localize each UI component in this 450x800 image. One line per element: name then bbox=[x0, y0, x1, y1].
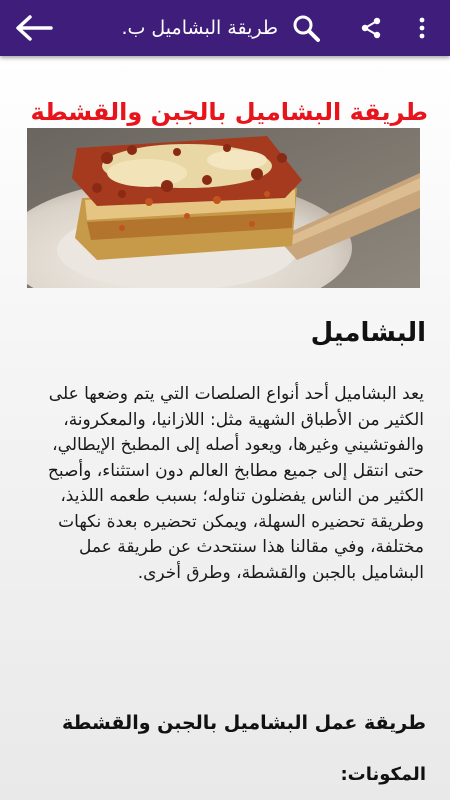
share-button[interactable] bbox=[351, 8, 391, 48]
more-vert-icon bbox=[419, 17, 425, 39]
share-icon bbox=[361, 17, 381, 39]
app-bar: طريقة البشاميل ب. bbox=[0, 0, 450, 56]
intro-paragraph: يعد البشاميل أحد أنواع الصلصات التي يتم … bbox=[47, 384, 424, 583]
more-options-button[interactable] bbox=[404, 8, 440, 48]
article-content[interactable]: طريقة البشاميل بالجبن والقشطة البشاميل ي… bbox=[0, 56, 450, 800]
ingredients-label: المكونات: bbox=[340, 764, 426, 785]
search-icon bbox=[293, 15, 320, 42]
recipe-subheading: طريقة عمل البشاميل بالجبن والقشطة bbox=[62, 712, 426, 734]
lasagna-image bbox=[27, 128, 420, 288]
article-title: طريقة البشاميل بالجبن والقشطة bbox=[30, 98, 429, 126]
section-heading: البشاميل bbox=[310, 318, 426, 348]
search-button[interactable] bbox=[286, 8, 326, 48]
app-bar-title: طريقة البشاميل ب. bbox=[121, 17, 278, 39]
arrow-left-icon bbox=[16, 15, 53, 41]
back-button[interactable] bbox=[12, 8, 56, 48]
